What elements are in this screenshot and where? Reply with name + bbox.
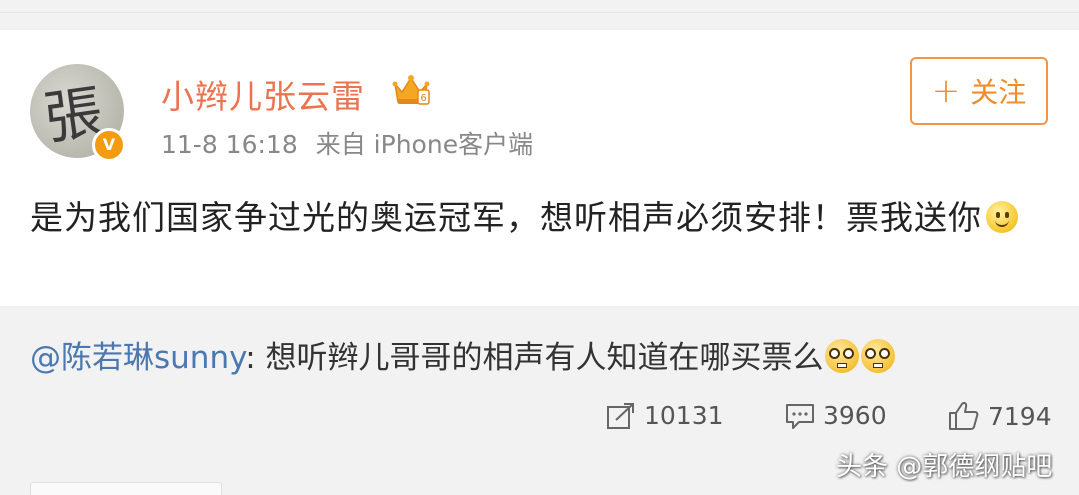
repost-line: @陈若琳sunny: 想听辫儿哥哥的相声有人知道在哪买票么 (30, 332, 896, 377)
repost-count: 10131 (644, 401, 724, 430)
repost-icon (607, 402, 634, 429)
smile-emoji-icon (986, 201, 1018, 233)
top-divider (0, 0, 1079, 13)
comment-icon (786, 403, 814, 429)
nerd-emoji-icon (825, 339, 860, 373)
post-meta: 11-8 16:18 来自 iPhone客户端 (161, 125, 533, 161)
thumbs-up-icon (949, 402, 979, 430)
like-count: 7194 (988, 401, 1052, 431)
username[interactable]: 小辫儿张云雷 (161, 70, 365, 118)
post-body: 是为我们国家争过光的奥运冠军，想听相声必须安排！票我送你 (30, 190, 1040, 246)
repost-action[interactable]: 10131 (606, 401, 724, 430)
nerd-emoji-icon (861, 339, 896, 373)
mention-link[interactable]: @陈若琳sunny (30, 340, 245, 376)
verified-badge-icon: V (92, 128, 126, 162)
post-timestamp: 11-8 16:18 (161, 130, 298, 159)
follow-label: 关注 (970, 76, 1027, 109)
svg-text:6: 6 (420, 93, 426, 104)
post-source: 来自 iPhone客户端 (315, 130, 534, 159)
repost-text: : 想听辫儿哥哥的相声有人知道在哪买票么 (245, 340, 824, 376)
plus-icon: + (931, 71, 961, 111)
watermark: 头条 @郭德纲贴吧 (836, 452, 1053, 482)
comment-count: 3960 (823, 401, 887, 430)
follow-button[interactable]: + 关注 (910, 57, 1048, 125)
comment-action[interactable]: 3960 (785, 401, 887, 430)
vip-crown-icon: 6 (392, 75, 430, 105)
next-card-edge (30, 482, 222, 495)
like-action[interactable]: 7194 (948, 401, 1052, 431)
post-text: 是为我们国家争过光的奥运冠军，想听相声必须安排！票我送你 (30, 198, 982, 237)
